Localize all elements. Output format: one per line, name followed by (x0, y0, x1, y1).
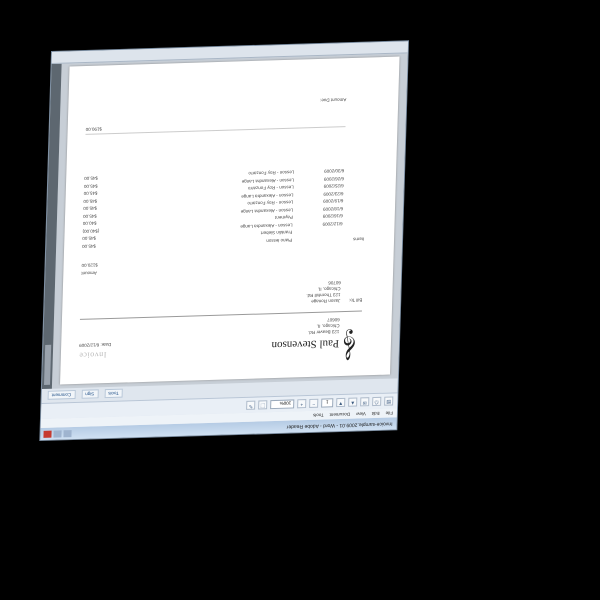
sender-name: Paul Stevenson (271, 337, 340, 352)
menu-file[interactable]: File (385, 408, 393, 417)
document-viewport: 𝄞 Paul Stevenson 123 Beaver Rd. Chicago,… (51, 52, 408, 389)
page-number-field[interactable]: 1 (321, 398, 334, 408)
item-amount: $45.00 (83, 183, 98, 189)
comment-icon[interactable]: ✎ (246, 400, 256, 410)
menu-view[interactable]: View (356, 409, 366, 418)
minimize-button[interactable] (63, 430, 72, 438)
open-icon[interactable]: ▤ (384, 396, 394, 406)
item-date: 6/18/2009 (322, 206, 344, 212)
window-controls (43, 430, 72, 438)
item-amount: $45.00 (83, 206, 98, 212)
item-date: 6/30/2009 (324, 168, 345, 175)
item-date (292, 227, 342, 236)
zoom-in-icon[interactable]: + (297, 399, 307, 409)
application-window: Invoice-sample.2009.01 - Word - Adobe Re… (40, 41, 409, 440)
invoice-date: Date: 6/12/2009 (79, 341, 112, 348)
amount-value: $120.00 (81, 262, 98, 268)
menu-edit[interactable]: Edit (372, 409, 380, 418)
item-date: 6/23/2009 (323, 191, 344, 197)
sender-address: 123 Beaver Rd. Chicago, IL 60607 (308, 316, 340, 335)
item-amount: $45.00 (83, 198, 98, 204)
previous-page-icon[interactable]: ▲ (348, 397, 358, 407)
treble-clef-logo: 𝄞 (342, 329, 359, 361)
close-button[interactable] (43, 430, 52, 438)
bill-to-line: Jason Ronage (311, 298, 341, 304)
fit-page-icon[interactable]: ⬚ (258, 400, 268, 410)
item-date: 6/12/2009 (322, 221, 343, 227)
next-page-icon[interactable]: ▼ (336, 397, 346, 408)
menu-tools[interactable]: Tools (313, 411, 324, 420)
bill-to-label: Bill To: (349, 297, 363, 303)
tab-sign[interactable]: Sign (81, 389, 99, 400)
item-amount: $45.00 (84, 176, 99, 182)
item-date: 6/25/2009 (323, 183, 344, 190)
item-amount: $45.00 (83, 191, 98, 197)
item-amount: $45.00 (82, 213, 97, 219)
bill-to-line: 123 Thornhill Rd. (306, 292, 341, 299)
window-title: Invoice-sample.2009.01 - Word - Adobe Re… (286, 420, 393, 430)
email-icon[interactable]: ✉ (360, 397, 370, 407)
tab-tools[interactable]: Tools (104, 389, 123, 399)
menu-document[interactable]: Document (329, 410, 351, 420)
item-amount: $40.00 (82, 221, 97, 227)
print-icon[interactable]: ⎙ (372, 396, 382, 407)
invoice-total: $190.00 (85, 126, 103, 132)
item-amount: $45.00 (82, 236, 97, 242)
item-date (292, 235, 342, 244)
items-label: Items (353, 236, 365, 242)
tab-comment[interactable]: Comment (47, 390, 76, 401)
zoom-select[interactable]: 100% (270, 399, 295, 410)
total-divider (85, 126, 346, 135)
item-date: 6/19/2009 (323, 198, 344, 205)
zoom-out-icon[interactable]: − (309, 398, 319, 408)
item-amount: ($40.00) (82, 228, 100, 234)
item-amount: $45.00 (82, 243, 96, 249)
scrollbar-thumb[interactable] (44, 344, 52, 385)
item-date: 6/26/2009 (323, 176, 345, 182)
invoice-page: 𝄞 Paul Stevenson 123 Beaver Rd. Chicago,… (60, 56, 400, 385)
sender-address-line: 123 Beaver Rd. (307, 329, 340, 336)
amount-label: Amount (81, 270, 97, 276)
bill-to-address: Jason Ronage 123 Thornhill Rd. Chicago, … (306, 279, 341, 304)
maximize-button[interactable] (53, 430, 62, 438)
invoice-title: Invoice (78, 350, 107, 360)
amount-due-footer: Amount Due: (319, 97, 347, 103)
window-content-rotated: Invoice-sample.2009.01 - Word - Adobe Re… (40, 41, 408, 440)
item-date: 6/16/2009 (322, 213, 343, 220)
items-list: Piano lesson $45.00 Franklin Siebert $45.0… (82, 167, 344, 250)
